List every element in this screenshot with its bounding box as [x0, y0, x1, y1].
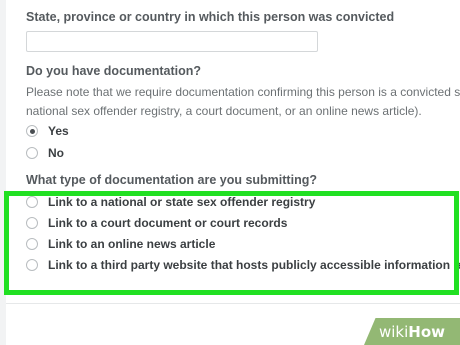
card-divider [6, 303, 460, 304]
state-field-label: State, province or country in which this… [26, 10, 395, 24]
state-input[interactable] [26, 31, 318, 52]
wikihow-watermark: wiki How [364, 318, 460, 345]
radio-label-no: No [48, 146, 64, 160]
radio-option-yes[interactable]: Yes [26, 122, 69, 140]
radio-option-no[interactable]: No [26, 144, 64, 162]
radio-label-yes: Yes [48, 124, 69, 138]
documentation-question: Do you have documentation? [26, 64, 202, 78]
radio-button-no[interactable] [26, 147, 38, 159]
documentation-note-line-1: Please note that we require documentatio… [26, 85, 460, 99]
radio-button-yes[interactable] [26, 125, 38, 137]
documentation-type-question: What type of documentation are you submi… [26, 173, 317, 187]
documentation-note-line-2: national sex offender registry, a court … [26, 104, 422, 118]
highlight-box [4, 191, 459, 295]
